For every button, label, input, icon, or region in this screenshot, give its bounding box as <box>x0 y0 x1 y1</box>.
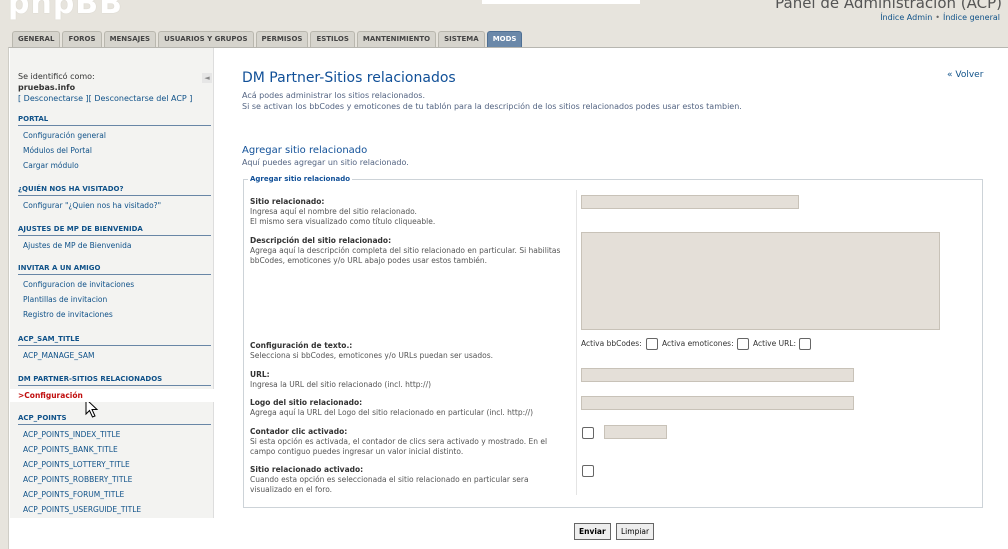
logout-links[interactable]: [ Desconectarse ][ Desconectarse del ACP… <box>18 94 192 103</box>
description-textarea[interactable] <box>581 232 940 330</box>
bbcode-option-label: Activa bbCodes: <box>581 339 642 348</box>
sidebar-item-acp-points-forum-title[interactable]: ACP_POINTS_FORUM_TITLE <box>23 490 124 499</box>
tab-general[interactable]: GENERAL <box>12 31 61 47</box>
sidebar-item-m-dulos-del-portal[interactable]: Módulos del Portal <box>23 146 92 155</box>
sidebar: ◄ Se identificó como: pruebas.info [ Des… <box>10 48 220 518</box>
site-hint-2: El mismo sera visualizado como título cl… <box>250 217 436 226</box>
top-header: phpBB Panel de Administración (ACP) Índi… <box>0 0 1008 30</box>
page-description: Acá podes administrar los sitios relacio… <box>242 90 742 112</box>
desc-line-1: Acá podes administrar los sitios relacio… <box>242 91 425 100</box>
tab-sistema[interactable]: SISTEMA <box>438 31 485 47</box>
text-config-label: Configuración de texto.: <box>250 341 353 350</box>
fieldset-divider <box>576 190 577 495</box>
field-description: Descripción del sitio relacionado: Agreg… <box>250 236 570 266</box>
sidebar-item-registro-de-invitaciones[interactable]: Registro de invitaciones <box>23 310 113 319</box>
url-hint: Ingresa la URL del sitio relacionado (in… <box>250 380 432 389</box>
field-site: Sitio relacionado: Ingresa aquí el nombr… <box>250 197 570 227</box>
tab-mantenimiento[interactable]: MANTENIMIENTO <box>356 31 437 47</box>
sidebar-item-configuraci-n[interactable]: >Configuración <box>10 389 220 402</box>
sidebar-item-acp-points-robbery-title[interactable]: ACP_POINTS_ROBBERY_TITLE <box>23 475 132 484</box>
field-counter: Contador clic activado: Si esta opción e… <box>250 427 570 457</box>
sidebar-item-acp-points-index-title[interactable]: ACP_POINTS_INDEX_TITLE <box>23 430 120 439</box>
active-label: Sitio relacionado activado: <box>250 465 364 474</box>
sidebar-item-plantillas-de-invitacion[interactable]: Plantillas de invitacion <box>23 295 107 304</box>
sidebar-item-configuraci-n-general[interactable]: Configuración general <box>23 131 106 140</box>
content-wrapper: ◄ Se identificó como: pruebas.info [ Des… <box>8 47 1008 549</box>
description-label: Descripción del sitio relacionado: <box>250 236 392 245</box>
field-logo: Logo del sitio relacionado: Agrega aquí … <box>250 398 570 418</box>
tab-estilos[interactable]: ESTILOS <box>310 31 355 47</box>
sidebar-item-ajustes-de-mp-de-bienvenida[interactable]: Ajustes de MP de Bienvenida <box>23 241 131 250</box>
site-logo: phpBB <box>8 0 124 21</box>
tab-mods[interactable]: MODS <box>486 31 523 48</box>
bbcode-checkbox[interactable] <box>646 338 658 350</box>
counter-hint-2: campo contiguo puedes ingresar un valor … <box>250 447 464 456</box>
sidebar-item-acp-points-userguide-title[interactable]: ACP_POINTS_USERGUIDE_TITLE <box>23 505 141 514</box>
desc-line-2: Si se activan los bbCodes y emoticones d… <box>242 102 742 111</box>
sidebar-section-title: DM PARTNER-SITIOS RELACIONADOS <box>18 375 211 386</box>
sidebar-section-title: PORTAL <box>18 115 211 126</box>
tab-usuarios-y-grupos[interactable]: USUARIOS Y GRUPOS <box>158 31 254 47</box>
section-title: Agregar sitio relacionado <box>242 145 368 156</box>
sidebar-section-title: ¿QUIÉN NOS HA VISITADO? <box>18 185 211 196</box>
site-name-input[interactable] <box>581 195 799 209</box>
sidebar-item-acp-manage-sam[interactable]: ACP_MANAGE_SAM <box>23 351 95 360</box>
url-input[interactable] <box>581 368 854 382</box>
sidebar-section-title: AJUSTES DE MP DE BIENVENIDA <box>18 225 211 236</box>
field-active: Sitio relacionado activado: Cuando esta … <box>250 465 570 495</box>
site-hint-1: Ingresa aquí el nombre del sitio relacio… <box>250 207 417 216</box>
main-tabs: GENERAL FOROS MENSAJES USUARIOS Y GRUPOS PER… <box>12 31 524 48</box>
counter-checkbox[interactable] <box>582 427 594 439</box>
user-info: Se identificó como: pruebas.info [ Desco… <box>18 71 198 104</box>
logo-url-input[interactable] <box>581 396 854 410</box>
sidebar-section-title: ACP_SAM_TITLE <box>18 335 211 346</box>
identified-as-label: Se identificó como: <box>18 72 95 81</box>
sidebar-item-acp-points-lottery-title[interactable]: ACP_POINTS_LOTTERY_TITLE <box>23 460 130 469</box>
active-hint-2: visualizado en el foro. <box>250 485 333 494</box>
general-index-link[interactable]: Índice general <box>943 13 1000 22</box>
section-description: Aquí puedes agregar un sitio relacionado… <box>242 158 409 167</box>
active-hint-1: Cuando esta opción es seleccionada el si… <box>250 475 529 484</box>
smilies-checkbox[interactable] <box>737 338 749 350</box>
link-separator: • <box>935 13 940 22</box>
sidebar-item-configuracion-de-invitaciones[interactable]: Configuracion de invitaciones <box>23 280 134 289</box>
url-checkbox[interactable] <box>799 338 811 350</box>
tab-foros[interactable]: FOROS <box>62 31 102 47</box>
sidebar-item-label: Configuración <box>24 391 83 400</box>
site-active-checkbox[interactable] <box>582 465 594 477</box>
sidebar-item-configurar-quien-nos-ha-visitado[interactable]: Configurar "¿Quien nos ha visitado?" <box>23 201 161 210</box>
field-text-config: Configuración de texto.: Selecciona si b… <box>250 341 570 361</box>
site-label: Sitio relacionado: <box>250 197 325 206</box>
fieldset-legend: Agregar sitio relacionado <box>248 175 353 183</box>
admin-index-link[interactable]: Índice Admin <box>880 13 932 22</box>
counter-hint-1: Si esta opción es activada, el contador … <box>250 437 548 446</box>
description-hint-1: Agrega aquí la descripción completa del … <box>250 246 561 255</box>
tab-mensajes[interactable]: MENSAJES <box>103 31 157 47</box>
sidebar-section-title: ACP_POINTS <box>18 414 211 425</box>
top-bar-highlight <box>482 0 640 4</box>
description-hint-2: bbCodes, emoticones y/o URL abajo podes … <box>250 256 488 265</box>
logo-label: Logo del sitio relacionado: <box>250 398 363 407</box>
collapse-sidebar-icon[interactable]: ◄ <box>202 73 212 83</box>
page-title: DM Partner-Sitios relacionados <box>242 70 456 86</box>
add-site-fieldset: Agregar sitio relacionado Sitio relacion… <box>243 175 983 508</box>
submit-button[interactable]: Enviar <box>574 523 611 540</box>
panel-title: Panel de Administración (ACP) <box>775 0 1002 12</box>
counter-value-input[interactable] <box>604 425 667 439</box>
field-url: URL: Ingresa la URL del sitio relacionad… <box>250 370 570 390</box>
counter-label: Contador clic activado: <box>250 427 348 436</box>
reset-button[interactable]: Limpiar <box>616 523 655 540</box>
url-label: URL: <box>250 370 270 379</box>
smilies-option-label: Activa emoticones: <box>662 339 734 348</box>
sidebar-item-acp-points-bank-title[interactable]: ACP_POINTS_BANK_TITLE <box>23 445 118 454</box>
username: pruebas.info <box>18 83 76 92</box>
top-links: Índice Admin • Índice general <box>880 13 1000 22</box>
sidebar-item-cargar-m-dulo[interactable]: Cargar módulo <box>23 161 79 170</box>
back-link[interactable]: « Volver <box>947 70 983 80</box>
logo-hint: Agrega aquí la URL del Logo del sitio re… <box>250 408 534 417</box>
text-config-hint: Selecciona si bbCodes, emoticones y/o UR… <box>250 351 494 360</box>
url-option-label: Active URL: <box>753 339 796 348</box>
tab-permisos[interactable]: PERMISOS <box>255 31 309 47</box>
sidebar-section-title: INVITAR A UN AMIGO <box>18 264 211 275</box>
